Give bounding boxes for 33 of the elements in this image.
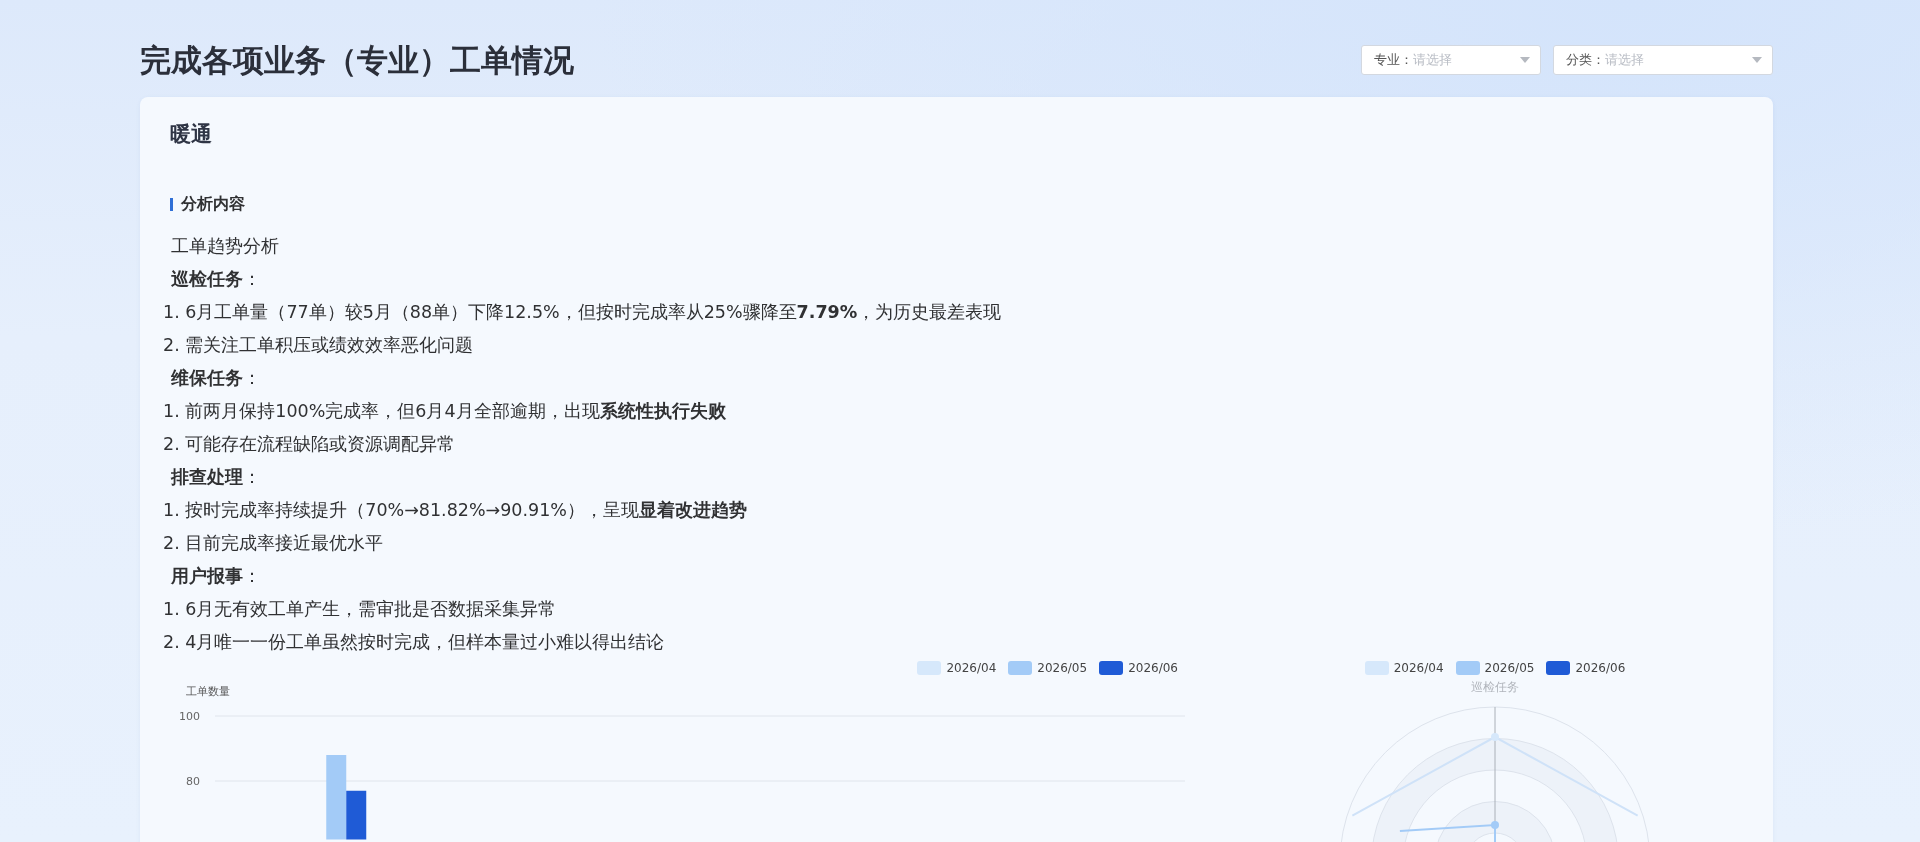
list-item-text: 1. 按时完成率持续提升（70%→81.82%→90.91%），呈现显着改进趋势 [163,499,748,522]
list-item-text: 1. 6月工单量（77单）较5月（88单）下降12.5%，但按时完成率从25%骤降至7.79%，为历史最差表现 [163,301,1003,324]
select-field[interactable]: 专业：请选择 [1361,45,1541,75]
legend-label[interactable]: 2026/05 [1484,661,1535,675]
section-marker [170,197,173,211]
legend-label[interactable]: 2026/06 [1128,661,1178,675]
list-item-text: 1. 前两月保持100%完成率，但6月4月全部逾期，出现系统性执行失败 [163,400,727,423]
paragraph-text: 工单趋势分析 [170,235,280,258]
section-heading: 用户报事： [170,565,262,588]
list-item-text: 2. 4月唯一一份工单虽然按时完成，但样本量过小难以得出结论 [163,631,666,654]
legend-label[interactable]: 2026/05 [1037,661,1088,675]
radar-point [1491,821,1499,829]
caret-icon [1752,57,1762,63]
select-field[interactable]: 分类：请选择 [1553,45,1773,75]
legend-label[interactable]: 2026/06 [1575,661,1626,675]
section-title: 分析内容 [181,193,245,215]
tick-label: 100 [179,710,200,723]
list-item-text: 2. 可能存在流程缺陷或资源调配异常 [163,433,457,456]
tick-label: 80 [186,775,200,788]
legend-label[interactable]: 2026/04 [1393,661,1444,675]
legend-label[interactable]: 2026/04 [946,661,997,675]
list-item-text: 2. 目前完成率接近最优水平 [163,532,385,555]
list-item-text: 1. 6月无有效工单产生，需审批是否数据采集异常 [163,598,558,621]
page-title: 完成各项业务（专业）工单情况 [140,41,574,80]
list-item-text: 2. 需关注工单积压或绩效效率恶化问题 [163,334,475,357]
axis-title: 工单数量 [186,685,230,698]
section-heading: 巡检任务： [170,268,262,291]
axis-label: 巡检任务 [1470,679,1520,695]
section-heading: 维保任务： [170,367,262,390]
section-heading: 排查处理： [170,466,262,489]
caret-icon [1520,57,1530,63]
radar-point [1491,733,1499,741]
card-title: 暖通 [170,121,213,148]
